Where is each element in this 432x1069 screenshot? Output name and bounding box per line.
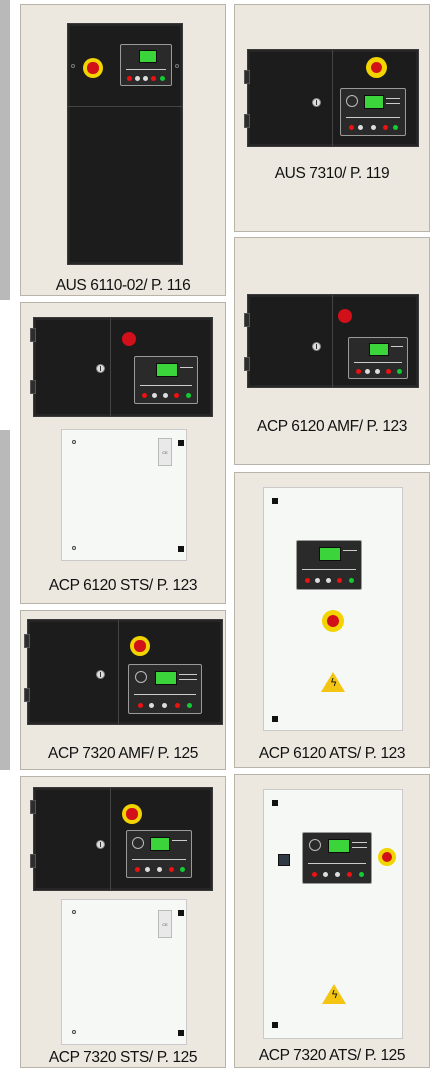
product-card-acp-6120-sts[interactable]: CE ACP 6120 STS/ P. 123 [20,302,226,604]
product-caption: ACP 7320 STS/ P. 125 [48,1049,198,1066]
emergency-stop-icon [366,57,387,78]
door-lock-icon [96,670,105,679]
cabinet-image [67,23,183,265]
cabinet-image [24,619,223,725]
enclosure-image: CE [61,899,187,1045]
door-lock-icon [96,840,105,849]
product-card-acp-7320-sts[interactable]: CE ACP 7320 STS/ P. 125 [20,776,226,1068]
product-card-acp-6120-ats[interactable]: ϟ ACP 6120 ATS/ P. 123 [234,472,430,768]
controller-icon [302,832,372,884]
door-lock-icon [312,98,321,107]
controller-icon [128,664,202,714]
controller-icon [340,88,406,136]
warning-icon: ϟ [322,984,346,1004]
product-card-acp-7320-amf[interactable]: ACP 7320 AMF/ P. 125 [20,610,226,770]
enclosure-image: CE [61,429,187,561]
cabinet-image [244,294,419,388]
emergency-stop-icon [322,610,344,632]
emergency-stop-icon [83,58,103,78]
emergency-stop-icon [378,848,396,866]
controller-icon [126,830,192,878]
cabinet-image [30,787,213,891]
product-caption: ACP 6120 STS/ P. 123 [48,577,198,594]
product-caption: AUS 7310/ P. 119 [274,165,390,182]
emergency-stop-icon [122,804,142,824]
cabinet-image [244,49,419,147]
warning-icon: ϟ [321,672,345,692]
sidebar-band-bottom [0,430,10,770]
emergency-stop-icon [122,332,136,346]
door-lock-icon [96,364,105,373]
product-caption: AUS 6110-02/ P. 116 [55,277,191,294]
product-caption: ACP 7320 ATS/ P. 125 [258,1047,406,1064]
controller-icon [120,44,172,86]
product-caption: ACP 7320 AMF/ P. 125 [48,745,198,762]
product-card-acp-7320-ats[interactable]: ϟ ACP 7320 ATS/ P. 125 [234,774,430,1068]
door-lock-icon [312,342,321,351]
emergency-stop-icon [338,309,352,323]
enclosure-image: ϟ [263,487,403,731]
product-card-aus-6110-02[interactable]: AUS 6110-02/ P. 116 [20,4,226,296]
left-sidebar [0,0,18,1069]
product-card-acp-6120-amf[interactable]: ACP 6120 AMF/ P. 123 [234,237,430,465]
controller-icon [134,356,198,404]
controller-icon [348,337,408,379]
product-card-aus-7310[interactable]: AUS 7310/ P. 119 [234,4,430,232]
cabinet-image [30,317,213,417]
controller-icon [296,540,362,590]
product-caption: ACP 6120 AMF/ P. 123 [257,418,407,435]
emergency-stop-icon [130,636,150,656]
product-caption: ACP 6120 ATS/ P. 123 [258,745,406,762]
sidebar-band-top [0,0,10,300]
enclosure-image: ϟ [263,789,403,1039]
